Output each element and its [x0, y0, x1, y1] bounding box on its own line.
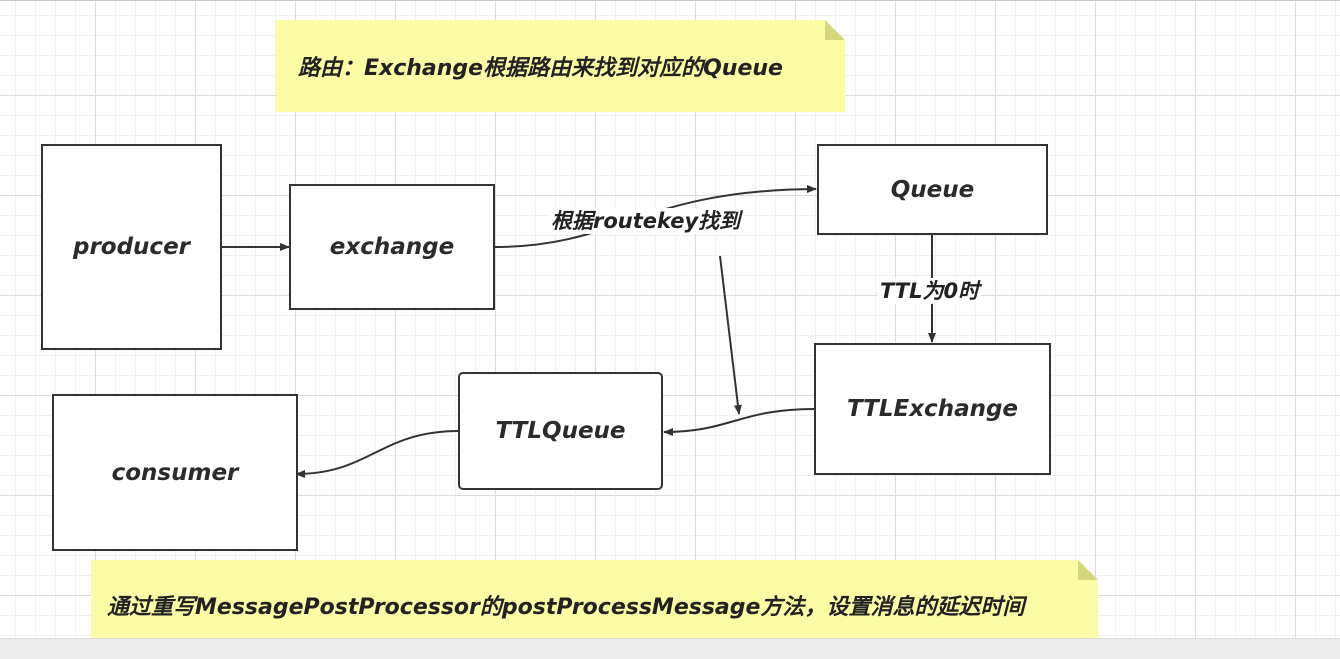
ttl-queue-node[interactable]: TTLQueue — [458, 372, 663, 490]
edge-label-to-ttlqueue — [719, 255, 742, 415]
ttl-exchange-label: TTLExchange — [846, 396, 1019, 422]
routing-note[interactable]: 路由：Exchange根据路由来找到对应的Queue — [276, 20, 845, 112]
edge-label-routekey: 根据routekey找到 — [549, 208, 743, 234]
edge-ttlqueue-consumer — [295, 430, 460, 478]
consumer-node[interactable]: consumer — [52, 394, 298, 551]
producer-node[interactable]: producer — [41, 144, 222, 350]
producer-label: producer — [72, 234, 191, 260]
consumer-label: consumer — [111, 459, 239, 486]
queue-node[interactable]: Queue — [817, 144, 1048, 235]
delay-note-text: 通过重写MessagePostProcessor的postProcessMess… — [107, 595, 1025, 620]
exchange-node[interactable]: exchange — [289, 184, 495, 310]
ttl-queue-label: TTLQueue — [495, 418, 626, 444]
queue-label: Queue — [890, 176, 975, 203]
delay-note[interactable]: 通过重写MessagePostProcessor的postProcessMess… — [91, 560, 1098, 650]
routing-note-text: 路由：Exchange根据路由来找到对应的Queue — [298, 56, 783, 81]
ttl-exchange-node[interactable]: TTLExchange — [814, 343, 1051, 475]
bottom-scroll-strip — [0, 638, 1340, 659]
edge-label-ttl-zero: TTL为0时 — [878, 278, 982, 304]
exchange-label: exchange — [329, 234, 455, 260]
